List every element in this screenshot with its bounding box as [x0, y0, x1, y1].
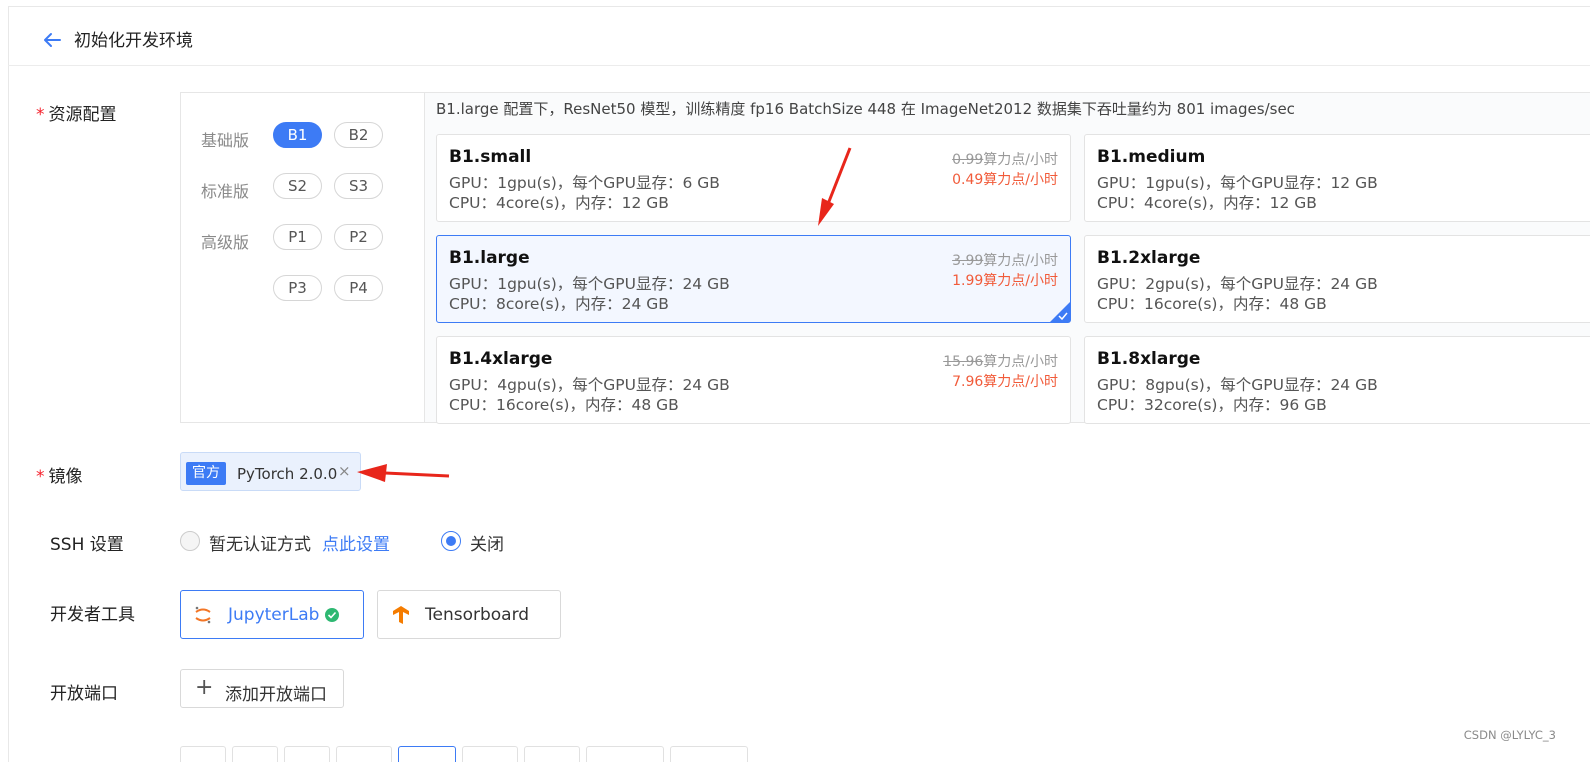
spec-name: B1.small	[449, 147, 532, 167]
spec-cpu: CPU：8core(s)，内存：24 GB	[449, 295, 669, 313]
tier-label-standard: 标准版	[201, 182, 250, 201]
page-title: 初始化开发环境	[74, 31, 193, 51]
spec-old-price: 3.99算力点/小时	[952, 253, 1058, 269]
tier-option-b1[interactable]: B1	[273, 122, 322, 148]
required-mark: *	[36, 467, 45, 487]
tier-option-s3[interactable]: S3	[334, 173, 383, 199]
watermark: CSDN @LYLYC_3	[1463, 728, 1556, 742]
spec-name: B1.medium	[1097, 147, 1206, 167]
spec-card-b1-8xlarge[interactable]: B1.8xlarge GPU：8gpu(s)，每个GPU显存：24 GB CPU…	[1084, 336, 1590, 424]
image-name: PyTorch 2.0.0	[237, 465, 338, 483]
tier-label-advanced: 高级版	[201, 233, 250, 252]
tool-tensorboard[interactable]: Tensorboard	[377, 590, 561, 639]
spec-name: B1.8xlarge	[1097, 349, 1201, 369]
tool-name: JupyterLab	[228, 605, 320, 625]
tool-jupyterlab[interactable]: JupyterLab	[180, 590, 364, 639]
remove-image-icon[interactable]: ×	[338, 462, 351, 480]
tier-selector: 基础版 B1 B2 标准版 S2 S3 高级版 P1 P2 P3 P4	[180, 92, 424, 423]
plus-icon: +	[195, 675, 214, 700]
ssh-label: SSH 设置	[50, 535, 124, 555]
bottom-option-stub[interactable]	[180, 746, 226, 762]
performance-note: B1.large 配置下，ResNet50 模型，训练精度 fp16 Batch…	[436, 100, 1295, 118]
bottom-option-stub-selected[interactable]	[398, 746, 456, 762]
devtools-label: 开发者工具	[50, 605, 135, 625]
spec-new-price: 1.99算力点/小时	[952, 273, 1058, 289]
spec-card-b1-2xlarge[interactable]: B1.2xlarge GPU：2gpu(s)，每个GPU显存：24 GB CPU…	[1084, 235, 1590, 323]
spec-cpu: CPU：16core(s)，内存：48 GB	[449, 396, 679, 414]
page-header: 初始化开发环境	[8, 6, 1590, 66]
bottom-option-stub[interactable]	[336, 746, 392, 762]
selected-check-icon	[1050, 302, 1070, 322]
check-circle-icon	[325, 608, 339, 622]
ports-label: 开放端口	[50, 684, 118, 704]
image-tag[interactable]: 官方 PyTorch 2.0.0 ×	[180, 452, 361, 491]
spec-card-b1-large[interactable]: B1.large GPU：1gpu(s)，每个GPU显存：24 GB CPU：8…	[436, 235, 1071, 323]
bottom-option-stub[interactable]	[524, 746, 580, 762]
bottom-option-stub[interactable]	[670, 746, 748, 762]
spec-card-b1-4xlarge[interactable]: B1.4xlarge GPU：4gpu(s)，每个GPU显存：24 GB CPU…	[436, 336, 1071, 424]
tier-option-p2[interactable]: P2	[334, 224, 383, 250]
spec-name: B1.2xlarge	[1097, 248, 1201, 268]
spec-new-price: 7.96算力点/小时	[952, 374, 1058, 390]
spec-cpu: CPU：4core(s)，内存：12 GB	[1097, 194, 1317, 212]
back-arrow-icon[interactable]	[38, 26, 66, 54]
spec-gpu: GPU：1gpu(s)，每个GPU显存：6 GB	[449, 174, 720, 192]
ssh-radio-auth[interactable]	[180, 531, 200, 551]
add-port-label: 添加开放端口	[225, 685, 327, 705]
ssh-radio-off[interactable]	[441, 531, 461, 551]
tier-option-s2[interactable]: S2	[273, 173, 322, 199]
spec-cpu: CPU：4core(s)，内存：12 GB	[449, 194, 669, 212]
required-mark: *	[36, 105, 45, 125]
spec-new-price: 0.49算力点/小时	[952, 172, 1058, 188]
spec-cpu: CPU：32core(s)，内存：96 GB	[1097, 396, 1327, 414]
spec-cpu: CPU：16core(s)，内存：48 GB	[1097, 295, 1327, 313]
bottom-option-stub[interactable]	[284, 746, 330, 762]
add-port-button[interactable]: + 添加开放端口	[180, 669, 344, 708]
spec-gpu: GPU：1gpu(s)，每个GPU显存：24 GB	[449, 275, 730, 293]
tensorboard-icon	[393, 606, 409, 624]
ssh-setup-link[interactable]: 点此设置	[322, 530, 390, 555]
official-badge: 官方	[186, 462, 226, 485]
jupyter-icon	[195, 606, 211, 624]
spec-card-b1-small[interactable]: B1.small GPU：1gpu(s)，每个GPU显存：6 GB CPU：4c…	[436, 134, 1071, 222]
tier-option-p4[interactable]: P4	[334, 275, 383, 301]
spec-name: B1.4xlarge	[449, 349, 553, 369]
spec-gpu: GPU：4gpu(s)，每个GPU显存：24 GB	[449, 376, 730, 394]
spec-old-price: 15.96算力点/小时	[943, 354, 1058, 370]
spec-card-b1-medium[interactable]: B1.medium GPU：1gpu(s)，每个GPU显存：12 GB CPU：…	[1084, 134, 1590, 222]
bottom-option-stub[interactable]	[462, 746, 518, 762]
ssh-option-off: 关闭	[470, 535, 504, 555]
tier-label-basic: 基础版	[201, 131, 250, 150]
tier-option-b2[interactable]: B2	[334, 122, 383, 148]
image-label: * 镜像	[36, 467, 83, 487]
spec-gpu: GPU：2gpu(s)，每个GPU显存：24 GB	[1097, 275, 1378, 293]
tool-name: Tensorboard	[425, 605, 530, 625]
ssh-option-auth: 暂无认证方式	[209, 535, 311, 555]
bottom-option-stub[interactable]	[232, 746, 278, 762]
spec-name: B1.large	[449, 248, 530, 268]
tier-option-p1[interactable]: P1	[273, 224, 322, 250]
bottom-option-stub[interactable]	[586, 746, 664, 762]
resource-label: * 资源配置	[36, 105, 117, 125]
spec-old-price: 0.99算力点/小时	[952, 152, 1058, 168]
spec-gpu: GPU：1gpu(s)，每个GPU显存：12 GB	[1097, 174, 1378, 192]
spec-gpu: GPU：8gpu(s)，每个GPU显存：24 GB	[1097, 376, 1378, 394]
tier-option-p3[interactable]: P3	[273, 275, 322, 301]
